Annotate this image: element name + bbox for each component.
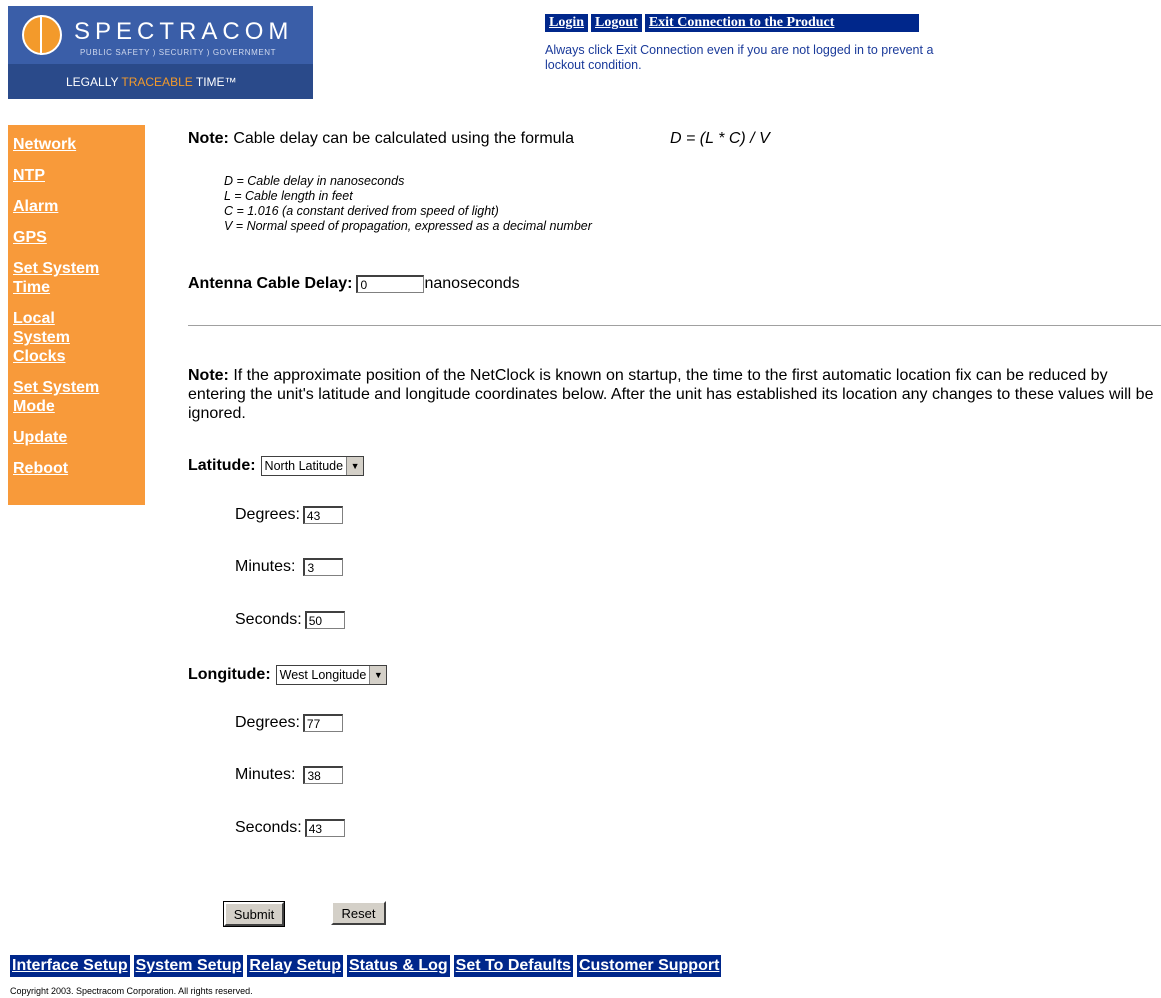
cable-delay-note: Note: Cable delay can be calculated usin…	[188, 130, 574, 148]
latitude-minutes-row: Minutes:	[235, 558, 344, 576]
latitude-select[interactable]: North Latitude ▼	[260, 456, 365, 476]
cable-delay-input[interactable]	[356, 275, 425, 293]
nav-network[interactable]: Network	[8, 135, 138, 154]
login-link[interactable]: Login	[545, 14, 589, 32]
definition-l: L = Cable length in feet	[224, 189, 353, 203]
tagline-part3: TIME™	[192, 75, 237, 89]
note-label: Note:	[188, 367, 229, 384]
latitude-degrees-row: Degrees:	[235, 506, 343, 524]
chevron-down-icon[interactable]: ▼	[346, 457, 364, 475]
longitude-seconds-input[interactable]	[304, 819, 345, 837]
exit-connection-link[interactable]: Exit Connection to the Product	[644, 14, 919, 32]
longitude-select[interactable]: West Longitude ▼	[275, 665, 388, 685]
latitude-seconds-row: Seconds:	[235, 611, 345, 629]
nav-set-system-time[interactable]: Set System Time	[8, 259, 128, 297]
nav-gps[interactable]: GPS	[8, 228, 138, 247]
longitude-degrees-input[interactable]	[302, 714, 343, 732]
tagline-part2: TRACEABLE	[121, 75, 193, 89]
submit-button[interactable]: Submit	[223, 901, 285, 927]
longitude-seconds-row: Seconds:	[235, 819, 345, 837]
note-label: Note:	[188, 130, 229, 147]
copyright-notice: Copyright 2003. Spectracom Corporation. …	[10, 986, 253, 996]
logo-brand: SPECTRACOM	[74, 18, 294, 45]
tagline-part1: LEGALLY	[66, 75, 122, 89]
longitude-label: Longitude:	[188, 666, 271, 683]
nav-customer-support[interactable]: Customer Support	[576, 955, 722, 977]
top-links: Login Logout Exit Connection to the Prod…	[545, 14, 919, 32]
longitude-minutes-label: Minutes:	[235, 766, 296, 783]
definition-c: C = 1.016 (a constant derived from speed…	[224, 204, 499, 218]
nav-ntp[interactable]: NTP	[8, 166, 138, 185]
definition-d: D = Cable delay in nanoseconds	[224, 174, 405, 188]
note-text: If the approximate position of the NetCl…	[188, 367, 1154, 422]
latitude-minutes-label: Minutes:	[235, 558, 296, 575]
nav-interface-setup[interactable]: Interface Setup	[10, 955, 130, 977]
cable-delay-unit: nanoseconds	[424, 275, 520, 292]
formula-definitions: D = Cable delay in nanoseconds L = Cable…	[224, 174, 592, 234]
spectracom-logo: SPECTRACOM PUBLIC SAFETY ) SECURITY ) GO…	[8, 6, 313, 99]
longitude-select-value: West Longitude	[279, 668, 367, 682]
bottom-nav: Interface Setup System Setup Relay Setup…	[10, 955, 722, 977]
left-nav: Network NTP Alarm GPS Set System Time Lo…	[8, 125, 145, 505]
nav-set-to-defaults[interactable]: Set To Defaults	[453, 955, 573, 977]
cable-delay-formula: D = (L * C) / V	[670, 130, 770, 147]
longitude-seconds-label: Seconds:	[235, 819, 302, 836]
cable-delay-row: Antenna Cable Delay: nanoseconds	[188, 275, 520, 293]
nav-update[interactable]: Update	[8, 428, 138, 447]
logout-link[interactable]: Logout	[591, 14, 642, 32]
position-note: Note: If the approximate position of the…	[188, 366, 1158, 423]
nav-local-system-clocks[interactable]: Local System Clocks	[8, 309, 73, 366]
nav-set-system-mode[interactable]: Set System Mode	[8, 378, 128, 416]
latitude-label: Latitude:	[188, 457, 256, 474]
longitude-minutes-input[interactable]	[303, 766, 344, 784]
nav-system-setup[interactable]: System Setup	[133, 955, 244, 977]
note-text: Cable delay can be calculated using the …	[228, 130, 574, 147]
section-divider	[188, 325, 1161, 327]
latitude-row: Latitude: North Latitude ▼	[188, 456, 365, 476]
cable-delay-label: Antenna Cable Delay:	[188, 275, 353, 292]
reset-button[interactable]: Reset	[331, 901, 386, 925]
longitude-degrees-row: Degrees:	[235, 714, 343, 732]
logo-mark-icon	[22, 15, 62, 55]
nav-alarm[interactable]: Alarm	[8, 197, 138, 216]
latitude-degrees-input[interactable]	[302, 506, 343, 524]
exit-connection-note: Always click Exit Connection even if you…	[545, 43, 934, 72]
latitude-select-value: North Latitude	[264, 459, 344, 473]
nav-status-log[interactable]: Status & Log	[347, 955, 450, 977]
latitude-minutes-input[interactable]	[303, 558, 344, 576]
latitude-seconds-label: Seconds:	[235, 611, 302, 628]
longitude-row: Longitude: West Longitude ▼	[188, 665, 388, 685]
latitude-seconds-input[interactable]	[304, 611, 345, 629]
longitude-degrees-label: Degrees:	[235, 714, 300, 731]
logo-subtitle: PUBLIC SAFETY ) SECURITY ) GOVERNMENT	[80, 48, 277, 57]
nav-reboot[interactable]: Reboot	[8, 459, 138, 478]
chevron-down-icon[interactable]: ▼	[369, 666, 387, 684]
definition-v: V = Normal speed of propagation, express…	[224, 219, 592, 233]
nav-relay-setup[interactable]: Relay Setup	[247, 955, 343, 977]
longitude-minutes-row: Minutes:	[235, 766, 344, 784]
logo-tagline: LEGALLY TRACEABLE TIME™	[66, 75, 237, 89]
latitude-degrees-label: Degrees:	[235, 506, 300, 523]
